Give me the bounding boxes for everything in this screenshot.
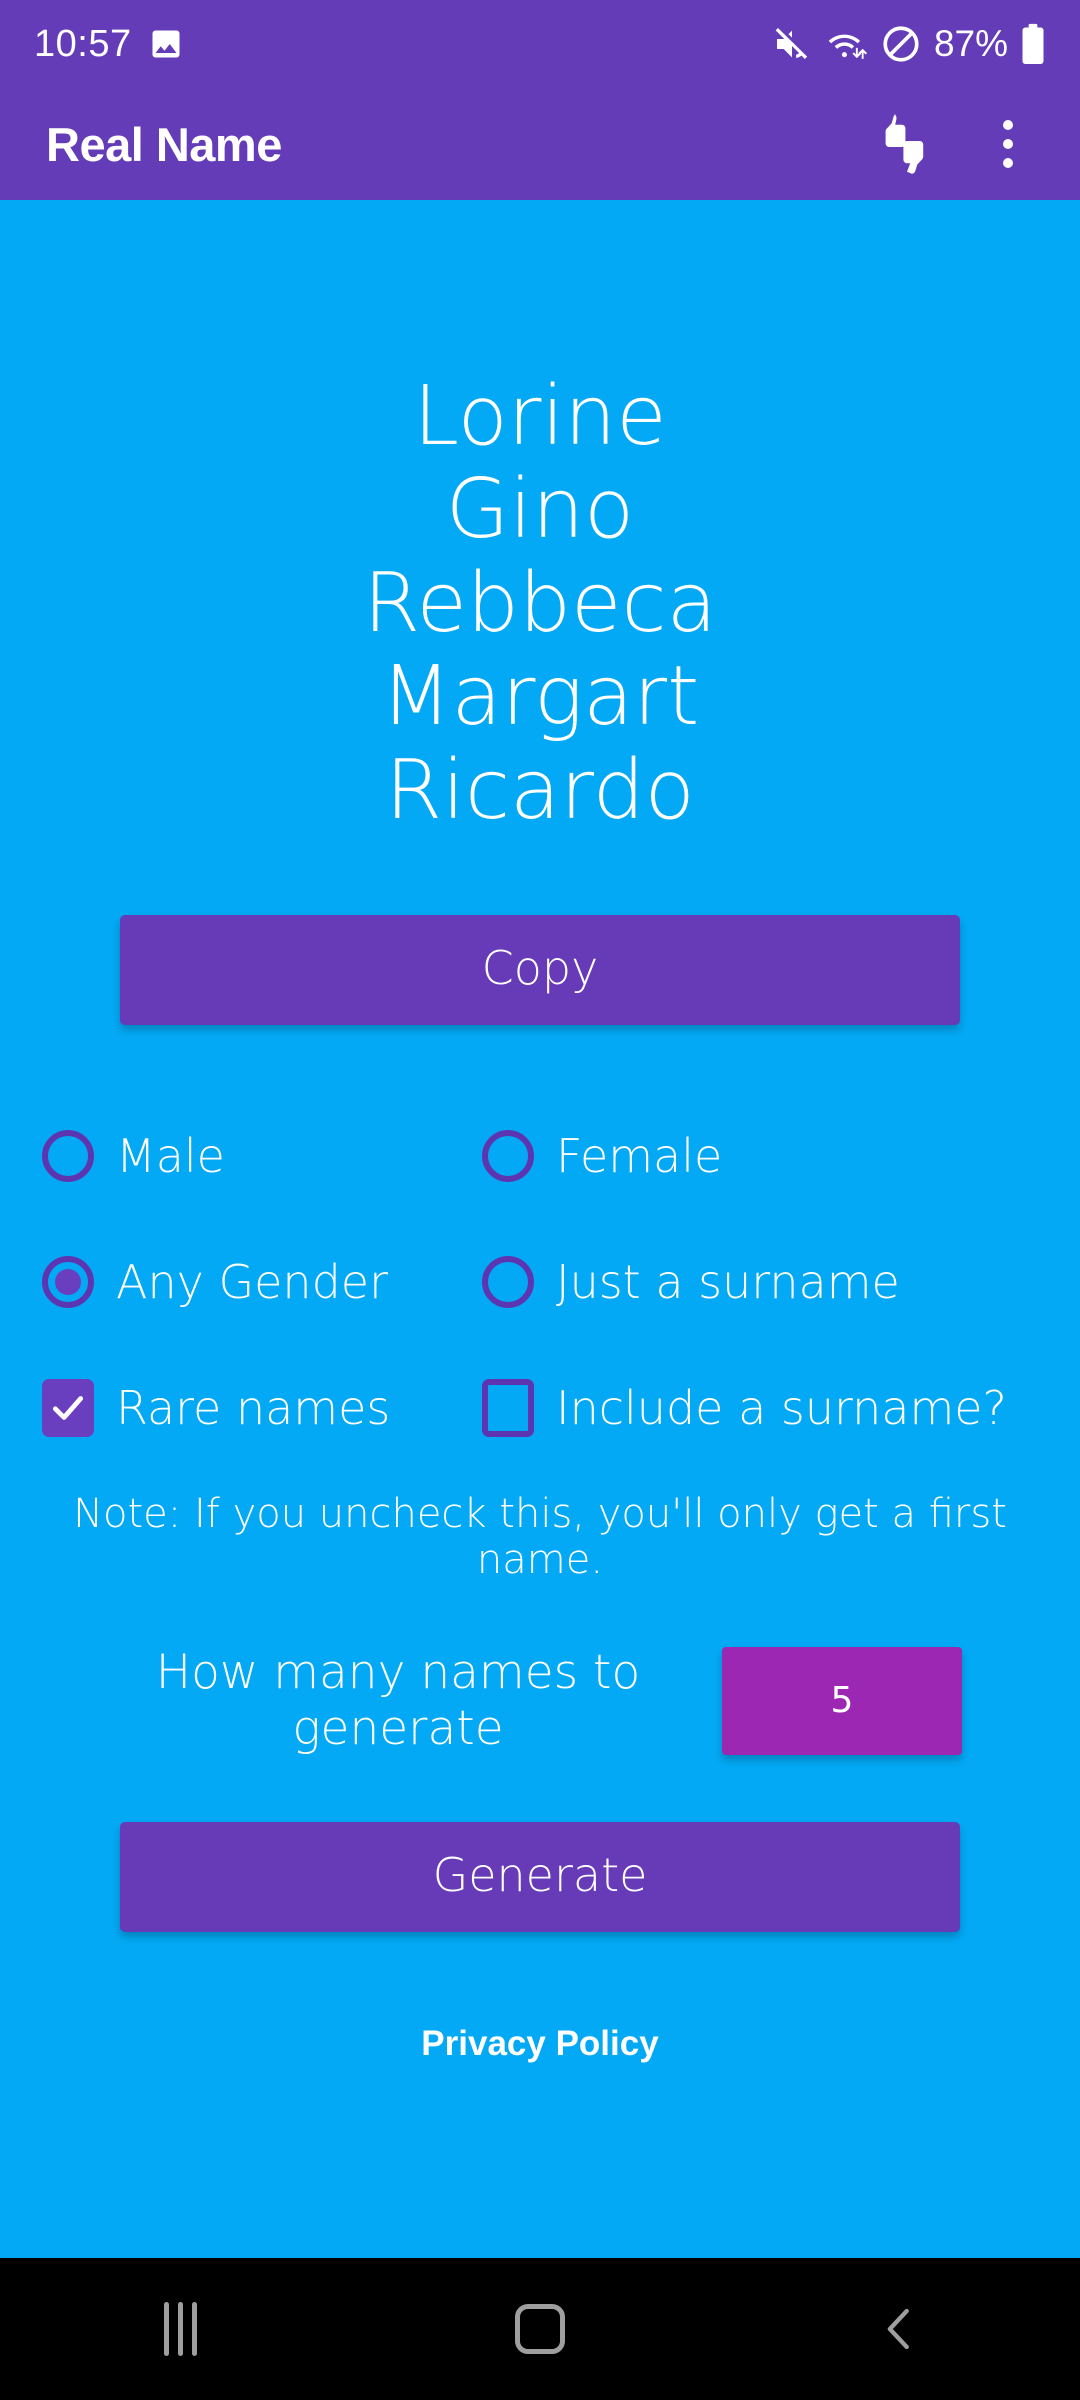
count-label: How many names to generate xyxy=(155,1645,641,1756)
radio-option-female[interactable]: Female xyxy=(482,1129,1038,1183)
status-bar: 10:57 87% xyxy=(0,0,1080,88)
checkbox-row: Rare names Include a surname? xyxy=(42,1345,1038,1471)
generate-button[interactable]: Generate xyxy=(120,1822,960,1933)
radio-option-any-gender[interactable]: Any Gender xyxy=(42,1255,482,1309)
name-item: Lorine xyxy=(413,369,667,464)
radio-circle-checked-icon xyxy=(42,1256,94,1309)
radio-label: Male xyxy=(116,1129,225,1184)
radio-option-just-a-surname[interactable]: Just a surname xyxy=(482,1255,1038,1309)
count-row: How many names to generate xyxy=(0,1645,1080,1756)
recents-button[interactable] xyxy=(80,2258,280,2400)
name-count-input[interactable] xyxy=(722,1646,962,1755)
surname-note: Note: If you uncheck this, you'll only g… xyxy=(73,1491,1007,1584)
radio-label: Just a surname xyxy=(556,1255,900,1310)
back-button[interactable] xyxy=(800,2258,1000,2400)
status-bar-left: 10:57 xyxy=(34,23,184,66)
gender-row-2: Any Gender Just a surname xyxy=(42,1219,1038,1345)
radio-circle-icon xyxy=(42,1130,94,1183)
radio-option-male[interactable]: Male xyxy=(42,1129,482,1183)
back-icon xyxy=(887,2308,909,2350)
generated-names-list: Lorine Gino Rebbeca Margart Ricardo xyxy=(0,369,1080,838)
android-nav-bar xyxy=(0,2258,1080,2400)
gender-row-1: Male Female xyxy=(42,1093,1038,1219)
name-item: Ricardo xyxy=(385,742,695,838)
status-bar-right: 87% xyxy=(772,23,1046,65)
main-content: Lorine Gino Rebbeca Margart Ricardo Copy… xyxy=(0,200,1080,2258)
more-vert-icon xyxy=(1003,120,1013,168)
mute-icon xyxy=(775,28,808,59)
checkbox-option-rare-names[interactable]: Rare names xyxy=(42,1379,482,1438)
name-item: Margart xyxy=(380,649,700,745)
battery-percent-label: 87% xyxy=(933,23,1008,64)
wifi-icon xyxy=(828,34,867,59)
checkbox-empty-icon xyxy=(482,1379,534,1438)
app-bar-actions xyxy=(864,106,1046,182)
feedback-button[interactable] xyxy=(864,106,940,182)
privacy-policy-link[interactable]: Privacy Policy xyxy=(0,2024,1080,2064)
checkbox-label: Include a surname? xyxy=(556,1381,1007,1436)
page-title: Real Name xyxy=(46,117,282,171)
thumbs-up-down-icon xyxy=(885,114,924,174)
radio-circle-icon xyxy=(482,1256,534,1309)
radio-circle-icon xyxy=(482,1130,534,1183)
checkbox-option-include-surname[interactable]: Include a surname? xyxy=(482,1379,1038,1438)
battery-icon xyxy=(1022,23,1044,64)
name-item: Rebbeca xyxy=(363,555,717,651)
radio-label: Any Gender xyxy=(116,1255,388,1310)
name-item: Gino xyxy=(445,462,635,558)
checkbox-checked-icon xyxy=(42,1379,94,1438)
checkbox-label: Rare names xyxy=(116,1381,391,1436)
recents-icon xyxy=(163,2302,197,2356)
radio-label: Female xyxy=(556,1129,723,1184)
phone-screen: 10:57 87% Real Name Lorine Gino Rebbeca … xyxy=(0,0,1080,2400)
home-button[interactable] xyxy=(440,2258,640,2400)
home-icon xyxy=(515,2304,565,2354)
image-icon xyxy=(152,30,180,58)
copy-button[interactable]: Copy xyxy=(120,915,960,1026)
options-panel: Male Female Any Gender Just a surname Ra… xyxy=(0,1093,1080,1471)
status-bar-clock: 10:57 xyxy=(34,22,132,65)
overflow-menu-button[interactable] xyxy=(970,106,1046,182)
do-not-disturb-icon xyxy=(883,26,919,62)
app-bar: Real Name xyxy=(0,88,1080,200)
